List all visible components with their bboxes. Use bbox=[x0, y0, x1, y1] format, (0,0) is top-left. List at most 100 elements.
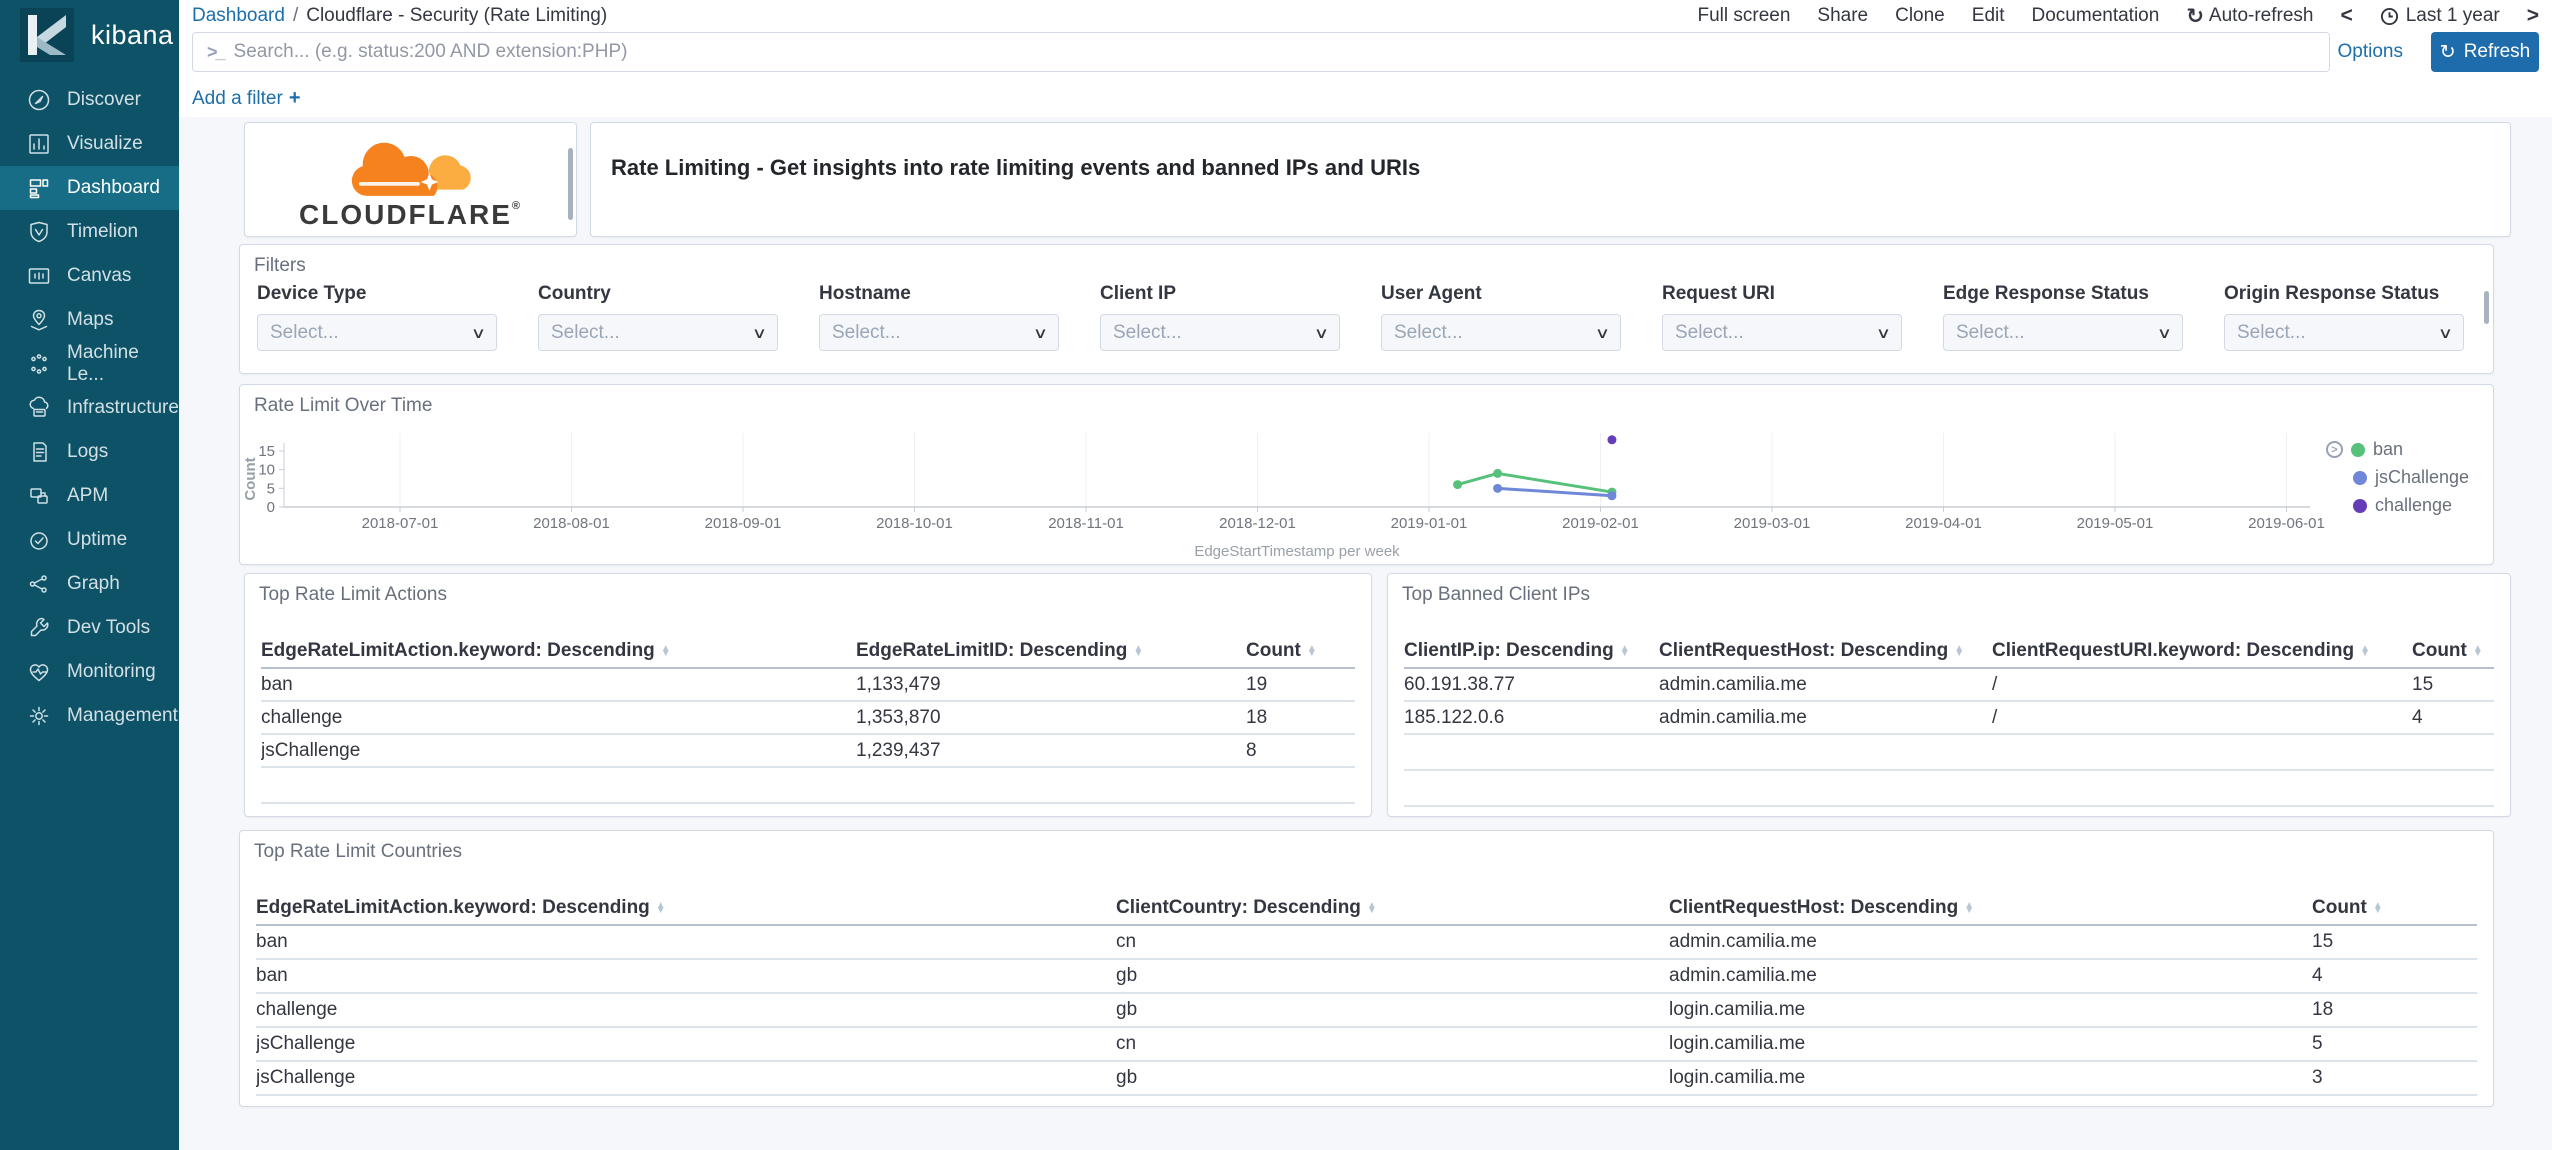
infrastructure-icon bbox=[26, 395, 52, 421]
filter-field-request-uri: Request URI Select... ∨ bbox=[1662, 283, 1902, 351]
table-cell: 15 bbox=[2312, 931, 2334, 952]
refresh-button[interactable]: ↻ Refresh bbox=[2431, 32, 2539, 72]
column-header-clientrequesthost-descending[interactable]: ClientRequestHost: Descending ▲ ▼ bbox=[1659, 640, 1992, 662]
sidebar-item-machine-le[interactable]: Machine Le... bbox=[0, 342, 179, 386]
time-next-button[interactable]: > bbox=[2527, 4, 2539, 28]
legend-color-dot[interactable] bbox=[2351, 442, 2365, 457]
table-header-row: ClientIP.ip: Descending ▲ ▼ ClientRequestHo… bbox=[1404, 634, 2494, 669]
filter-label: Client IP bbox=[1100, 283, 1177, 304]
sidebar-item-infrastructure[interactable]: Infrastructure bbox=[0, 386, 179, 430]
legend-label[interactable]: challenge bbox=[2375, 495, 2452, 516]
column-header-clientrequesthost-descending[interactable]: ClientRequestHost: Descending ▲ ▼ bbox=[1669, 897, 2312, 919]
time-prev-button[interactable]: < bbox=[2340, 4, 2352, 28]
sidebar-item-uptime[interactable]: Uptime bbox=[0, 518, 179, 562]
column-header-clientcountry-descending[interactable]: ClientCountry: Descending ▲ ▼ bbox=[1116, 897, 1669, 919]
management-icon bbox=[26, 703, 52, 729]
clock-icon bbox=[2380, 7, 2398, 25]
column-header-count[interactable]: Count ▲ ▼ bbox=[2412, 640, 2494, 662]
sort-icon: ▲ ▼ bbox=[1133, 642, 1144, 659]
column-header-label: EdgeRateLimitAction.keyword: Descending bbox=[256, 896, 650, 918]
request-uri-select[interactable]: Select... ∨ bbox=[1662, 314, 1902, 351]
country-select[interactable]: Select... ∨ bbox=[538, 314, 778, 351]
column-header-label: ClientRequestURI.keyword: Descending bbox=[1992, 639, 2355, 661]
top-banned-client-ips-panel: Top Banned Client IPs ClientIP.ip: Desce… bbox=[1387, 573, 2511, 817]
legend-color-dot[interactable] bbox=[2353, 498, 2367, 513]
column-header-count[interactable]: Count ▲ ▼ bbox=[1246, 640, 1355, 662]
legend-toggle-icon[interactable]: > bbox=[2326, 441, 2343, 458]
sort-icon: ▲ ▼ bbox=[1306, 642, 1317, 659]
sidebar-item-maps[interactable]: Maps bbox=[0, 298, 179, 342]
table-cell: login.camilia.me bbox=[1669, 1033, 1806, 1054]
sidebar-item-apm[interactable]: APM bbox=[0, 474, 179, 518]
table-cell: ban bbox=[261, 673, 293, 695]
legend-color-dot[interactable] bbox=[2353, 470, 2367, 485]
auto-refresh-button[interactable]: ↻ Auto-refresh bbox=[2186, 4, 2313, 29]
legend-label[interactable]: ban bbox=[2373, 439, 2403, 460]
legend-item-jschallenge: jsChallenge bbox=[2326, 467, 2469, 488]
sidebar-item-logs[interactable]: Logs bbox=[0, 430, 179, 474]
cloudflare-wordmark: CLOUDFLARE® bbox=[299, 198, 522, 230]
menu-documentation-button[interactable]: Documentation bbox=[2032, 5, 2160, 27]
canvas-icon bbox=[26, 263, 52, 289]
table-cell: cn bbox=[1116, 1033, 1137, 1054]
sidebar-item-label: Management bbox=[67, 705, 178, 726]
filters-panel-scrollbar[interactable] bbox=[2484, 291, 2489, 324]
sidebar-item-label: Visualize bbox=[67, 133, 143, 154]
plus-icon: + bbox=[288, 86, 301, 109]
column-header-clientip-ip-descending[interactable]: ClientIP.ip: Descending ▲ ▼ bbox=[1404, 640, 1659, 662]
add-filter-link[interactable]: Add a filter + bbox=[192, 87, 301, 110]
column-header-edgeratelimitid-descending[interactable]: EdgeRateLimitID: Descending ▲ ▼ bbox=[856, 640, 1246, 662]
apm-icon bbox=[26, 483, 52, 509]
menu-full-screen-button[interactable]: Full screen bbox=[1697, 5, 1790, 27]
sidebar-item-management[interactable]: Management bbox=[0, 694, 179, 738]
column-header-label: EdgeRateLimitAction.keyword: Descending bbox=[261, 639, 655, 661]
breadcrumb-dashboard-link[interactable]: Dashboard bbox=[192, 5, 285, 27]
edge-response-status-select[interactable]: Select... ∨ bbox=[1943, 314, 2183, 351]
origin-response-status-select[interactable]: Select... ∨ bbox=[2224, 314, 2464, 351]
sort-icon: ▲ ▼ bbox=[660, 642, 671, 659]
menu-edit-button[interactable]: Edit bbox=[1972, 5, 2005, 27]
options-link[interactable]: Options bbox=[2338, 41, 2403, 63]
svg-text:0: 0 bbox=[267, 499, 275, 516]
column-header-count[interactable]: Count ▲ ▼ bbox=[2312, 897, 2477, 919]
filter-field-hostname: Hostname Select... ∨ bbox=[819, 283, 1059, 351]
menu-share-button[interactable]: Share bbox=[1817, 5, 1868, 27]
filter-label: Device Type bbox=[257, 283, 367, 304]
sidebar-item-dev-tools[interactable]: Dev Tools bbox=[0, 606, 179, 650]
top-menu-items: Full screen Share Clone Edit Documentation bbox=[1697, 5, 2159, 27]
client-ip-select[interactable]: Select... ∨ bbox=[1100, 314, 1340, 351]
svg-text:2019-04-01: 2019-04-01 bbox=[1905, 515, 1982, 532]
hostname-select[interactable]: Select... ∨ bbox=[819, 314, 1059, 351]
search-input[interactable]: >_ Search... (e.g. status:200 AND extens… bbox=[192, 32, 2330, 72]
table-cell: gb bbox=[1116, 965, 1138, 986]
svg-text:2018-11-01: 2018-11-01 bbox=[1048, 515, 1124, 532]
kibana-logo[interactable]: kibana bbox=[0, 0, 179, 70]
column-header-edgeratelimitaction-keyword-descending[interactable]: EdgeRateLimitAction.keyword: Descending ▲… bbox=[256, 897, 1116, 919]
sidebar-item-graph[interactable]: Graph bbox=[0, 562, 179, 606]
time-picker[interactable]: Last 1 year bbox=[2380, 5, 2500, 27]
cloudflare-logo-panel: CLOUDFLARE® bbox=[244, 122, 577, 237]
main-area: Dashboard / Cloudflare - Security (Rate … bbox=[179, 0, 2552, 1150]
sidebar-item-canvas[interactable]: Canvas bbox=[0, 254, 179, 298]
table-cell: admin.camilia.me bbox=[1659, 673, 1807, 695]
device-type-select[interactable]: Select... ∨ bbox=[257, 314, 497, 351]
table-cell: 60.191.38.77 bbox=[1404, 673, 1515, 695]
menu-clone-button[interactable]: Clone bbox=[1895, 5, 1945, 27]
sidebar-item-discover[interactable]: Discover bbox=[0, 78, 179, 122]
logo-panel-scrollbar[interactable] bbox=[568, 148, 573, 220]
sidebar-item-dashboard[interactable]: Dashboard bbox=[0, 166, 179, 210]
sidebar-item-monitoring[interactable]: Monitoring bbox=[0, 650, 179, 694]
svg-text:15: 15 bbox=[258, 443, 275, 460]
user-agent-select[interactable]: Select... ∨ bbox=[1381, 314, 1621, 351]
table-cell: jsChallenge bbox=[256, 1067, 356, 1088]
sidebar-item-visualize[interactable]: Visualize bbox=[0, 122, 179, 166]
sidebar-item-timelion[interactable]: Timelion bbox=[0, 210, 179, 254]
legend-label[interactable]: jsChallenge bbox=[2375, 467, 2469, 488]
table-cell: jsChallenge bbox=[261, 739, 361, 761]
column-header-edgeratelimitaction-keyword-descending[interactable]: EdgeRateLimitAction.keyword: Descending ▲… bbox=[261, 640, 856, 662]
top-rate-limit-actions-panel: Top Rate Limit Actions EdgeRateLimitActi… bbox=[244, 573, 1372, 817]
sidebar-item-label: Infrastructure bbox=[67, 397, 179, 418]
empty-table-row bbox=[1404, 735, 2494, 771]
column-header-clientrequesturi-keyword-descending[interactable]: ClientRequestURI.keyword: Descending ▲ ▼ bbox=[1992, 640, 2412, 662]
top-rate-limit-countries-panel: Top Rate Limit Countries EdgeRateLimitAc… bbox=[239, 830, 2494, 1107]
